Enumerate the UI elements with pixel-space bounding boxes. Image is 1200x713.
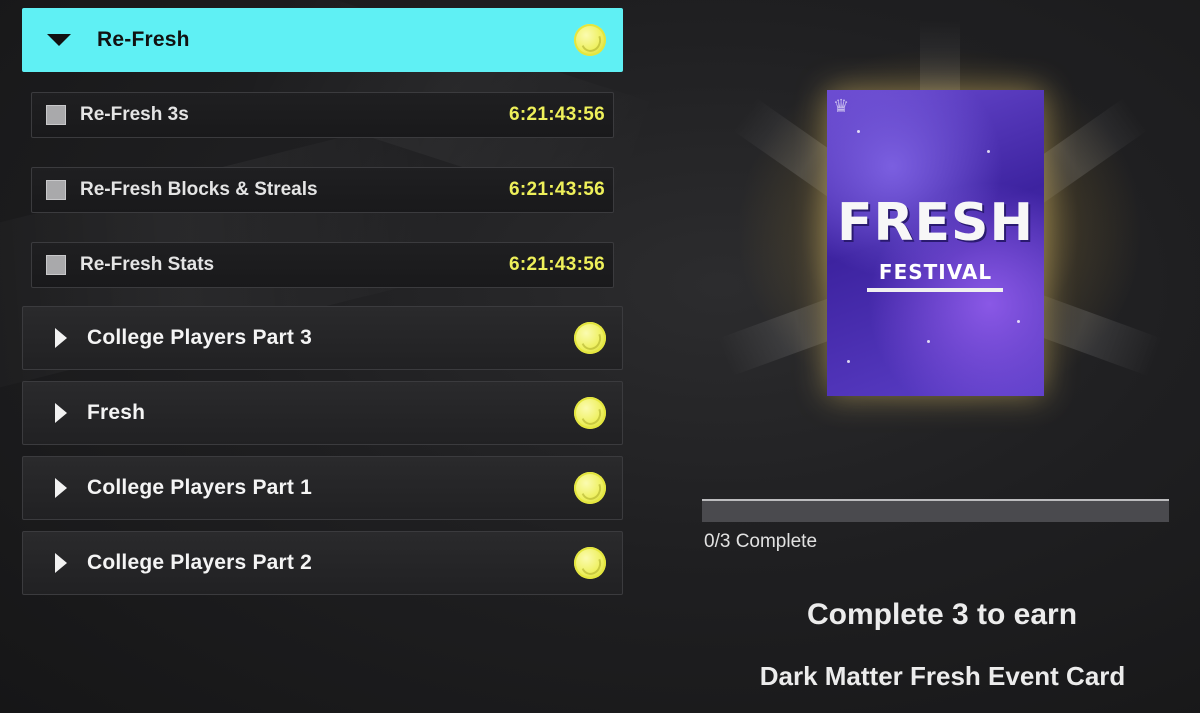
reward-name: Dark Matter Fresh Event Card	[759, 661, 1126, 691]
checkbox-icon[interactable]	[46, 105, 66, 125]
basketball-coin-icon	[574, 472, 606, 504]
group-header-college-players-part-3[interactable]: College Players Part 3	[22, 306, 623, 370]
basketball-coin-icon	[574, 24, 606, 56]
progress-text: 0/3 Complete	[704, 531, 818, 552]
earn-text: Complete 3 to earn	[806, 598, 1078, 631]
group-title: Fresh	[87, 401, 146, 424]
agenda-label: Re-Fresh Blocks & Streals	[80, 179, 318, 200]
caret-right-icon	[55, 478, 67, 498]
group-title: College Players Part 1	[87, 476, 313, 499]
caret-right-icon	[55, 328, 67, 348]
reward-card-image: ♛ FRESH FESTIVAL	[827, 90, 1044, 396]
card-speck	[857, 130, 860, 133]
card-subtitle: FESTIVAL	[878, 260, 993, 284]
agenda-item-re-fresh-blocks-steals[interactable]: Re-Fresh Blocks & Streals 6:21:43:56	[31, 167, 614, 213]
agenda-label: Re-Fresh 3s	[80, 104, 189, 125]
card-speck	[987, 150, 990, 153]
agenda-item-re-fresh-3s[interactable]: Re-Fresh 3s 6:21:43:56	[31, 92, 614, 138]
progress-bar-line	[702, 499, 1169, 501]
card-speck	[927, 340, 930, 343]
group-header-college-players-part-2[interactable]: College Players Part 2	[22, 531, 623, 595]
group-title: College Players Part 2	[87, 551, 313, 574]
agenda-timer: 6:21:43:56	[509, 179, 605, 200]
group-header-re-fresh[interactable]: Re-Fresh	[22, 8, 623, 72]
card-speck	[1017, 320, 1020, 323]
checkbox-icon[interactable]	[46, 255, 66, 275]
agenda-timer: 6:21:43:56	[509, 254, 605, 275]
caret-right-icon	[55, 403, 67, 423]
card-underline	[867, 288, 1003, 292]
agenda-item-re-fresh-stats[interactable]: Re-Fresh Stats 6:21:43:56	[31, 242, 614, 288]
checkbox-icon[interactable]	[46, 180, 66, 200]
group-header-college-players-part-1[interactable]: College Players Part 1	[22, 456, 623, 520]
agenda-timer: 6:21:43:56	[509, 104, 605, 125]
group-header-fresh[interactable]: Fresh	[22, 381, 623, 445]
basketball-coin-icon	[574, 397, 606, 429]
caret-right-icon	[55, 553, 67, 573]
card-speck	[847, 360, 850, 363]
basketball-coin-icon	[574, 547, 606, 579]
caret-down-icon	[47, 34, 71, 46]
crown-icon: ♛	[833, 96, 850, 116]
card-title: FRESH	[836, 193, 1035, 253]
group-title: College Players Part 3	[87, 326, 313, 349]
basketball-coin-icon	[574, 322, 606, 354]
group-title: Re-Fresh	[97, 28, 190, 51]
agenda-label: Re-Fresh Stats	[80, 254, 215, 275]
progress-bar	[702, 500, 1169, 522]
